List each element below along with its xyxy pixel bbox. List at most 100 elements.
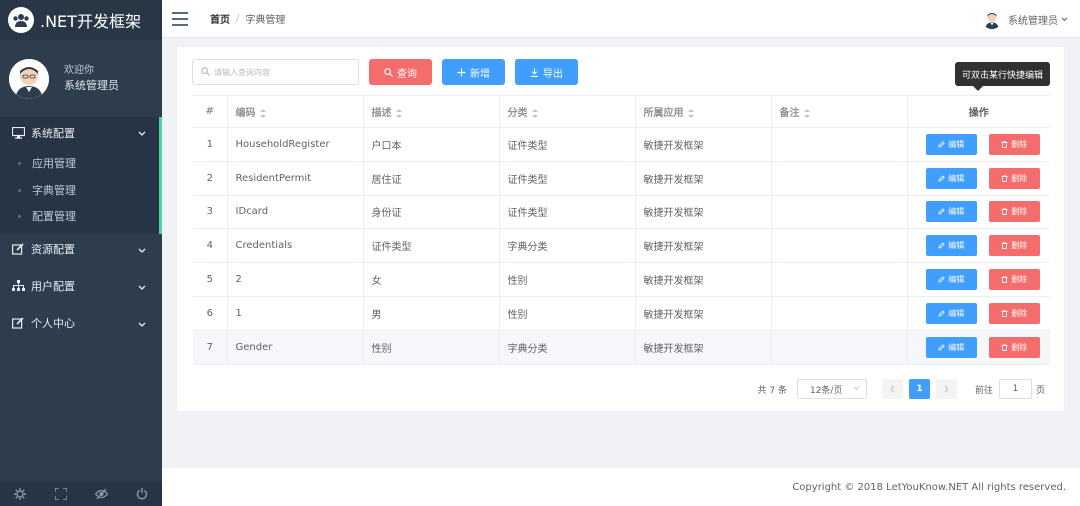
user-name: 系统管理员 xyxy=(64,78,119,92)
cell-category: 字典分类 xyxy=(498,330,635,365)
edit-button[interactable]: 编辑 xyxy=(925,167,977,189)
column-label: 备注 xyxy=(779,108,800,119)
cell-description: 女 xyxy=(362,262,499,297)
add-button[interactable]: 新增 xyxy=(442,59,505,85)
sort-icon[interactable] xyxy=(687,108,694,118)
table-row[interactable]: 5 2 女性别 敏捷开发框架 编辑 删除 xyxy=(193,262,1050,297)
brand[interactable]: .NET开发框架 xyxy=(0,0,162,40)
table-row[interactable]: 6 1 男性别 敏捷开发框架 编辑 删除 xyxy=(193,296,1050,331)
user-panel: 欢迎你 系统管理员 xyxy=(0,40,162,117)
column-header-code[interactable]: 编码 xyxy=(226,95,363,128)
export-button[interactable]: 导出 xyxy=(515,59,578,85)
page-number-current[interactable]: 1 xyxy=(908,379,930,399)
cell-category: 性别 xyxy=(498,296,635,331)
search-button[interactable]: 查询 xyxy=(369,59,432,85)
table-row[interactable]: 7 Gender 性别 字典分类 敏捷开发框架 编辑 删除 xyxy=(193,330,1050,365)
table-row[interactable]: 1 HouseholdRegister 户口本 证件类型 敏捷开发框架 编辑 删除 xyxy=(193,127,1050,162)
column-header-application[interactable]: 所属应用 xyxy=(634,95,771,128)
trash-icon xyxy=(1001,141,1008,148)
chevron-left-icon xyxy=(890,385,895,393)
edit-button[interactable]: 编辑 xyxy=(925,201,977,223)
cell-code: 1 xyxy=(226,296,363,331)
chevron-down-icon xyxy=(138,281,146,294)
delete-button-label: 删除 xyxy=(1011,241,1028,251)
search-box[interactable] xyxy=(192,59,359,85)
column-header-category[interactable]: 分类 xyxy=(498,95,635,128)
download-icon xyxy=(530,67,539,77)
cell-index: 3 xyxy=(193,195,227,230)
edit-button-label: 编辑 xyxy=(948,342,965,352)
copyright-text: Copyright © 2018 LetYouKnow.NET All righ… xyxy=(792,481,1066,493)
menu-personal-center[interactable]: 个人中心 xyxy=(0,308,162,339)
cell-code: ResidentPermit xyxy=(226,161,363,196)
cell-remark xyxy=(770,127,907,162)
cell-index: 6 xyxy=(193,296,227,331)
search-icon xyxy=(384,67,393,77)
search-input[interactable] xyxy=(214,67,354,77)
table-row[interactable]: 4 Credentials 证件类型 字典分类 敏捷开发框架 编辑 删除 xyxy=(193,228,1051,264)
plus-icon xyxy=(457,67,466,77)
cell-application: 敏捷开发框架 xyxy=(634,330,771,365)
delete-button[interactable]: 删除 xyxy=(988,302,1040,324)
eye-slash-icon[interactable] xyxy=(94,487,108,501)
edit-button[interactable]: 编辑 xyxy=(925,302,977,324)
cell-code: HouseholdRegister xyxy=(226,127,363,162)
edit-button[interactable]: 编辑 xyxy=(925,235,977,257)
column-label: 分类 xyxy=(507,108,528,119)
edit-button[interactable]: 编辑 xyxy=(925,336,977,358)
delete-button-label: 删除 xyxy=(1011,139,1028,149)
welcome-text: 欢迎你 xyxy=(64,64,94,76)
delete-button[interactable]: 删除 xyxy=(988,235,1040,257)
table-row[interactable]: 3 IDcard 身份证 证件类型 敏捷开发框架 编辑 删除 xyxy=(193,195,1050,230)
column-label: 所属应用 xyxy=(643,108,684,119)
column-header-remark[interactable]: 备注 xyxy=(770,95,907,128)
active-indicator xyxy=(159,117,162,234)
row-actions: 编辑 删除 xyxy=(916,167,1051,189)
edit-button-label: 编辑 xyxy=(948,173,965,183)
cell-application: 敏捷开发框架 xyxy=(634,161,771,196)
delete-button[interactable]: 删除 xyxy=(988,167,1040,189)
pencil-icon xyxy=(938,343,945,351)
breadcrumb-home[interactable]: 首页 xyxy=(210,11,230,26)
delete-button[interactable]: 删除 xyxy=(988,269,1040,291)
sort-icon[interactable] xyxy=(395,108,402,118)
pencil-icon xyxy=(938,310,945,317)
gear-icon[interactable] xyxy=(13,487,27,501)
delete-button[interactable]: 删除 xyxy=(988,336,1040,358)
avatar xyxy=(9,58,49,99)
column-header-description[interactable]: 描述 xyxy=(362,95,499,128)
sort-icon[interactable] xyxy=(259,108,266,118)
sidebar-item-dict-manage[interactable]: 字典管理 xyxy=(0,177,162,204)
sort-icon[interactable] xyxy=(803,108,810,118)
table-row[interactable]: 2 ResidentPermit 居住证 证件类型 敏捷开发框架 编辑 删除 xyxy=(193,161,1051,196)
sort-icon[interactable] xyxy=(531,108,538,118)
edit-button[interactable]: 编辑 xyxy=(925,133,977,155)
menu-system-config[interactable]: 系统配置 xyxy=(0,117,162,148)
row-actions: 编辑 删除 xyxy=(916,235,1051,257)
goto-label: 前往 xyxy=(974,385,993,396)
fullscreen-icon[interactable] xyxy=(54,487,68,501)
add-button-label: 新增 xyxy=(470,68,490,80)
pagination: 共 7 条 12条/页 1 前往 页 xyxy=(758,379,1045,399)
cell-index: 7 xyxy=(193,330,227,365)
edit-button-label: 编辑 xyxy=(948,207,965,217)
menu-toggle-icon[interactable] xyxy=(172,11,188,26)
pencil-icon xyxy=(938,276,945,283)
menu-user-config[interactable]: 用户配置 xyxy=(0,271,162,302)
sidebar-item-config-manage[interactable]: 配置管理 xyxy=(0,203,162,230)
edit-button[interactable]: 编辑 xyxy=(925,269,977,291)
cell-code: Gender xyxy=(226,330,363,365)
cell-actions: 编辑 删除 xyxy=(906,296,1050,331)
delete-button-label: 删除 xyxy=(1011,308,1028,318)
menu-resource-config[interactable]: 资源配置 xyxy=(0,234,162,265)
cell-actions: 编辑 删除 xyxy=(906,161,1051,196)
delete-button[interactable]: 删除 xyxy=(988,133,1040,155)
page-size-select[interactable]: 12条/页 xyxy=(796,379,867,399)
user-menu[interactable]: 系统管理员 xyxy=(982,9,1068,29)
goto-page-input[interactable] xyxy=(998,379,1032,399)
delete-button[interactable]: 删除 xyxy=(988,201,1040,223)
sidebar-item-app-manage[interactable]: 应用管理 xyxy=(0,150,162,177)
next-page-button[interactable] xyxy=(935,379,957,399)
power-icon[interactable] xyxy=(135,487,149,501)
prev-page-button[interactable] xyxy=(881,379,903,399)
